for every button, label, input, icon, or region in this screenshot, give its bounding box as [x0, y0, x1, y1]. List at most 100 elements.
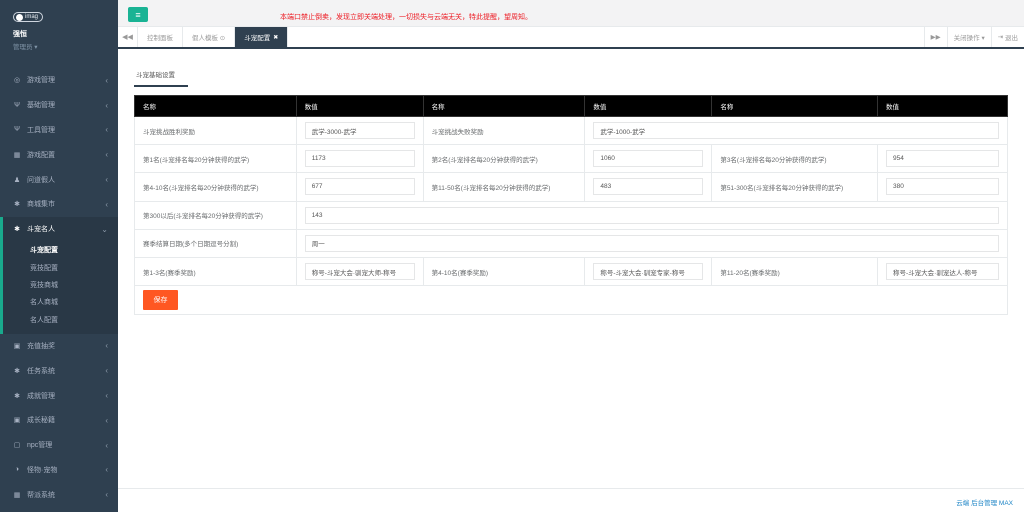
gear-icon: ✱: [14, 201, 20, 209]
menu-toggle-button[interactable]: ≡: [128, 7, 148, 22]
tab-label: 假人模板 ⊙: [192, 35, 226, 42]
field-label: 第11-20名(赛季奖励): [711, 256, 878, 287]
sidebar-item-bots[interactable]: ♟ 问道假人 ‹: [0, 167, 118, 192]
season-date-input[interactable]: 周一: [304, 234, 999, 252]
table-row: 第300以后(斗宠排名每20分钟获得的武学) 143: [134, 200, 1009, 230]
rank-11-50-input[interactable]: 483: [593, 178, 704, 196]
field-cell: 380: [877, 172, 1008, 202]
sidebar-item-pet-fame[interactable]: ✱ 斗宠名人 ⌄ 斗宠配置 竞技配置 竞技商城 名人商城 名人配置: [0, 216, 118, 334]
column-header: 名称: [711, 95, 878, 117]
sidebar-item-label: 基础管理: [27, 102, 55, 110]
table-icon: ▦: [13, 151, 21, 159]
content: 斗宠基础设置 名称 数值 名称 数值 名称 数值 斗宠挑战胜利奖励 武学-300…: [118, 49, 1024, 316]
rank-4-10-input[interactable]: 677: [304, 178, 415, 196]
rank-1-input[interactable]: 1173: [304, 150, 415, 168]
chevron-left-icon: ‹: [105, 75, 108, 85]
sidebar-item-label: 帮派系统: [27, 491, 55, 499]
field-label: 第1-3名(赛季奖励): [134, 256, 297, 287]
column-header: 名称: [422, 95, 586, 117]
tab-dashboard[interactable]: 控制面板: [138, 27, 183, 47]
config-table: 名称 数值 名称 数值 名称 数值 斗宠挑战胜利奖励 武学-3000-武学 斗宠…: [134, 95, 1009, 287]
submenu-item-arena-shop[interactable]: 竞技商城: [3, 276, 118, 293]
sidebar-item-label: 怪物·宠物: [27, 466, 58, 474]
chevron-left-icon: ‹: [105, 175, 108, 185]
win-reward-input[interactable]: 武学-3000-武学: [304, 122, 415, 140]
sidebar-item-game[interactable]: ◎ 游戏管理 ‹: [0, 68, 118, 93]
field-label: 第11-50名(斗宠排名每20分钟获得的武学): [422, 172, 586, 202]
chevron-left-icon: ‹: [105, 465, 108, 475]
field-label: 第4-10名(赛季奖励): [422, 256, 586, 287]
field-cell: 677: [295, 172, 424, 202]
logout-button[interactable]: ⇥ 退出: [990, 27, 1024, 47]
table-row: 第1名(斗宠排名每20分钟获得的武学) 1173 第2名(斗宠排名每20分钟获得…: [134, 144, 1008, 174]
sidebar-item-recharge[interactable]: ▣ 充值抽奖 ‹: [0, 334, 118, 359]
season-rank-4-10-input[interactable]: 称号-斗宠大会·驯宠专家-称号: [593, 263, 704, 281]
page-tab-basic-settings[interactable]: 斗宠基础设置: [134, 69, 188, 87]
gear-icon: ✱: [14, 226, 20, 234]
submenu-item-pet-config[interactable]: 斗宠配置: [3, 242, 118, 259]
card-icon: ▣: [13, 417, 21, 425]
column-header: 数值: [877, 95, 1008, 117]
rank-300-plus-input[interactable]: 143: [304, 206, 999, 224]
user-role-dropdown[interactable]: 管理员 ▾: [13, 41, 118, 51]
sidebar-item-growth[interactable]: ▣ 成长秘籍 ‹: [0, 408, 118, 433]
chevron-left-icon: ‹: [105, 199, 108, 209]
gamepad-icon: ◎: [13, 77, 21, 85]
user-icon: ♟: [13, 176, 21, 184]
notice-text: 本端口禁止倒卖，发现立即关端处理，一切损失与云端无关，特此提醒，望周知。: [280, 14, 532, 21]
tab-bot-template[interactable]: 假人模板 ⊙: [183, 27, 236, 47]
rank-3-input[interactable]: 954: [886, 150, 999, 168]
column-header: 数值: [584, 95, 713, 117]
field-cell: 武学-1000-武学: [584, 115, 1008, 146]
sidebar-item-game-config[interactable]: ▦ 游戏配置 ‹: [0, 142, 118, 167]
submenu-item-arena-config[interactable]: 竞技配置: [3, 259, 118, 276]
sidebar-item-basic[interactable]: Ψ 基础管理 ‹: [0, 93, 118, 118]
save-row: 保存: [134, 286, 1008, 316]
chevron-left-icon: ‹: [105, 440, 108, 450]
sidebar-item-guild[interactable]: ▦ 帮派系统 ‹: [0, 482, 118, 507]
topbar: ≡ 本端口禁止倒卖，发现立即关端处理，一切损失与云端无关，特此提醒，望周知。: [118, 0, 1024, 27]
tab-pet-config[interactable]: 斗宠配置 ✖: [235, 27, 289, 47]
sidebar-item-market[interactable]: ✱ 商城集市 ‹: [0, 192, 118, 217]
main-area: ≡ 本端口禁止倒卖，发现立即关端处理，一切损失与云端无关，特此提醒，望周知。 ◀…: [118, 0, 1024, 512]
rank-2-input[interactable]: 1060: [593, 150, 704, 168]
close-tab-icon[interactable]: ✖: [273, 34, 278, 41]
logout-icon: ⇥: [997, 34, 1005, 41]
sidebar-item-tasks[interactable]: ✱ 任务系统 ‹: [0, 358, 118, 383]
sidebar-item-monsters[interactable]: ◑ 怪物·宠物 ‹: [0, 458, 118, 483]
fork-icon: Ψ: [14, 126, 20, 134]
field-cell: 143: [295, 200, 1009, 230]
field-cell: 称号-斗宠大会·驯宠大师-称号: [295, 256, 424, 287]
tab-scroll-right-button[interactable]: ▶▶: [923, 27, 947, 47]
rank-51-300-input[interactable]: 380: [886, 178, 999, 196]
table-row: 第1-3名(赛季奖励) 称号-斗宠大会·驯宠大师-称号 第4-10名(赛季奖励)…: [134, 256, 1008, 287]
sidebar-item-achievements[interactable]: ✱ 成就管理 ‹: [0, 383, 118, 408]
table-row: 第4-10名(斗宠排名每20分钟获得的武学) 677 第11-50名(斗宠排名每…: [134, 172, 1008, 202]
footer-text: 云端 后台管理 MAX: [956, 500, 1013, 507]
field-cell: 1060: [584, 144, 713, 174]
close-operations-dropdown[interactable]: 关闭操作 ▾: [946, 27, 991, 47]
chevron-left-icon: ‹: [105, 100, 108, 110]
square-icon: ▢: [13, 442, 21, 450]
tab-label: 控制面板: [147, 35, 173, 42]
season-rank-11-20-input[interactable]: 称号-斗宠大会·驯宠达人-称号: [886, 263, 999, 281]
tab-scroll-left-button[interactable]: ◀◀: [118, 27, 138, 47]
lose-reward-input[interactable]: 武学-1000-武学: [593, 122, 999, 140]
sidebar-item-label: 斗宠名人: [27, 226, 55, 234]
submenu-item-fame-shop[interactable]: 名人商城: [3, 294, 118, 311]
save-button[interactable]: 保存: [143, 290, 178, 311]
sidebar-item-label: 成长秘籍: [27, 417, 55, 425]
footer: 云端 后台管理 MAX: [118, 488, 1024, 512]
submenu-item-fame-config[interactable]: 名人配置: [3, 311, 118, 328]
season-rank-1-3-input[interactable]: 称号-斗宠大会·驯宠大师-称号: [304, 263, 415, 281]
logo-icon: [16, 13, 23, 21]
sidebar-item-npc[interactable]: ▢ npc管理 ‹: [0, 433, 118, 458]
field-cell: 称号-斗宠大会·驯宠达人-称号: [877, 256, 1008, 287]
user-name: 强恒: [13, 31, 27, 38]
sidebar-item-tools[interactable]: Ψ 工具管理 ‹: [0, 118, 118, 143]
field-cell: 954: [877, 144, 1008, 174]
field-cell: 483: [584, 172, 713, 202]
sidebar-item-label: npc管理: [27, 442, 53, 450]
tab-label: 斗宠配置: [244, 35, 271, 42]
logo: imag: [13, 12, 43, 22]
